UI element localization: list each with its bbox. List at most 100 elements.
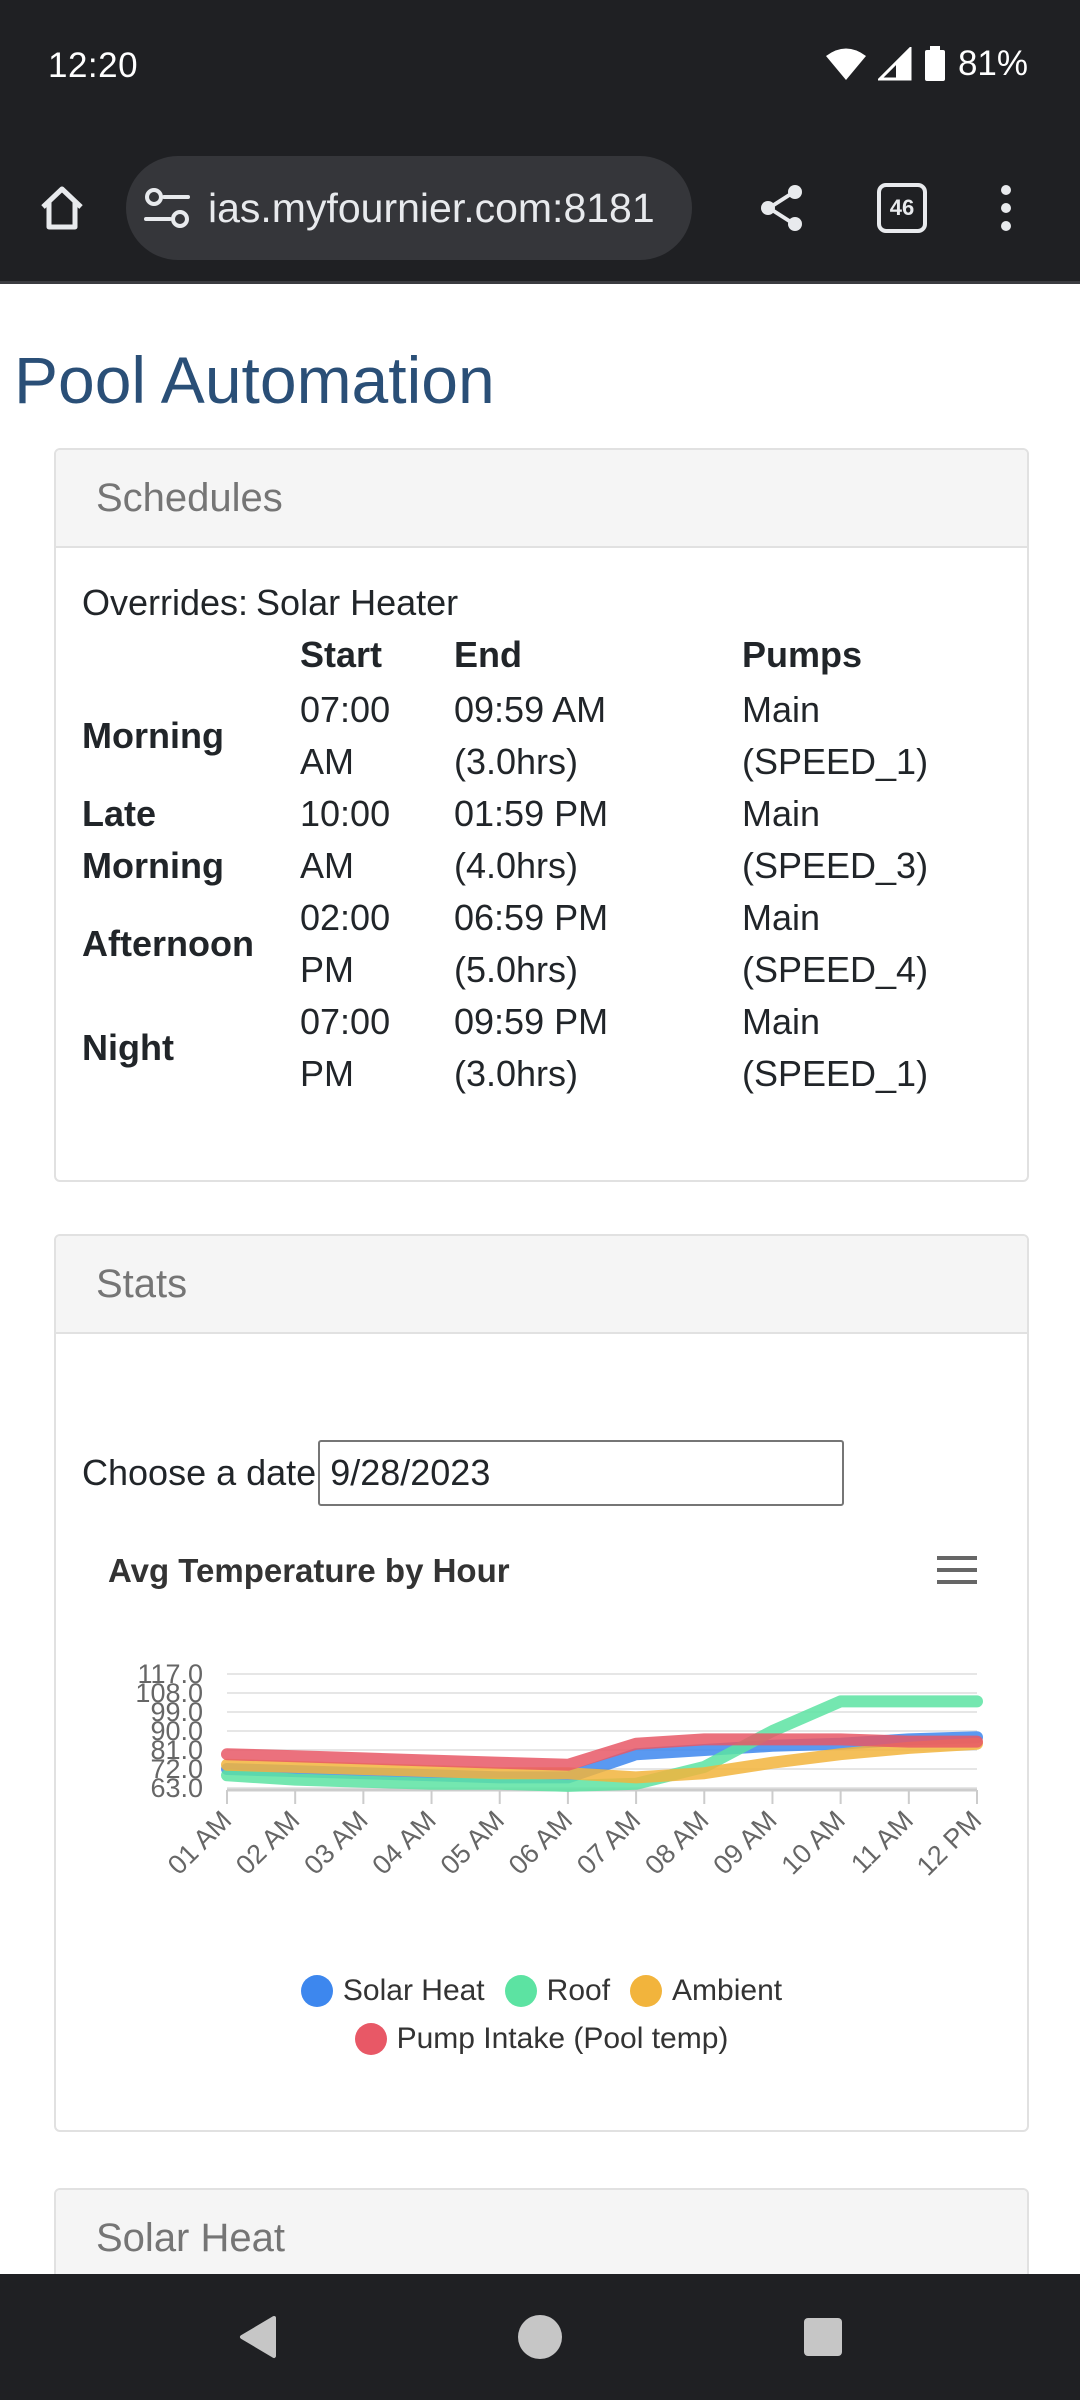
tab-switcher-icon: 46 xyxy=(877,183,927,233)
chart-legend-row-2: Pump Intake (Pool temp) xyxy=(56,2022,1027,2063)
x-tick-label: 10 AM xyxy=(776,1805,851,1880)
schedule-start: 07:00 AM xyxy=(300,684,454,788)
start-ampm: AM xyxy=(300,845,354,886)
nav-recents-button[interactable] xyxy=(778,2294,868,2380)
schedule-row: Night 07:00 PM 09:59 PM (3.0hrs) Main (SPEE… xyxy=(82,996,1002,1100)
schedule-name: Morning xyxy=(82,715,224,756)
col-header-end: End xyxy=(454,634,522,675)
system-nav-bar xyxy=(0,2274,1080,2400)
schedule-start: 02:00 PM xyxy=(300,892,454,996)
status-time: 12:20 xyxy=(48,46,139,85)
pump-speed: (SPEED_3) xyxy=(742,845,929,886)
status-icons: 81% xyxy=(825,44,1028,84)
url-text[interactable]: ias.myfournier.com:8181 xyxy=(208,156,655,260)
more-vert-icon xyxy=(1001,185,1011,231)
schedule-start: 10:00 AM xyxy=(300,788,454,892)
x-tick-label: 02 AM xyxy=(230,1805,305,1880)
overflow-menu-button[interactable] xyxy=(980,168,1032,248)
schedule-row: Morning 07:00 AM 09:59 AM (3.0hrs) Main (SP… xyxy=(82,684,1002,788)
legend-marker xyxy=(504,1975,537,2007)
col-header-pumps: Pumps xyxy=(742,634,863,675)
start-time: 07:00 xyxy=(300,689,391,730)
home-button[interactable] xyxy=(22,168,102,248)
start-time: 07:00 xyxy=(300,1001,391,1042)
schedule-end: 09:59 PM (3.0hrs) xyxy=(454,996,742,1100)
legend-item[interactable]: Ambient xyxy=(630,1974,782,2008)
schedule-row: Afternoon 02:00 PM 06:59 PM (5.0hrs) Main (… xyxy=(82,892,1002,996)
x-tick-label: 05 AM xyxy=(435,1805,510,1880)
legend-label: Ambient xyxy=(672,1974,783,2007)
end-duration: (3.0hrs) xyxy=(454,1053,579,1094)
schedule-name-line: Morning xyxy=(82,845,224,886)
start-time: 10:00 xyxy=(300,793,391,834)
start-ampm: AM xyxy=(300,741,354,782)
tab-switcher-button[interactable]: 46 xyxy=(862,168,942,248)
overrides-label: Overrides: xyxy=(82,582,249,623)
page-title: Pool Automation xyxy=(14,343,495,417)
share-icon xyxy=(761,185,802,231)
end-time: 09:59 PM xyxy=(454,1001,609,1042)
legend-marker xyxy=(354,2023,387,2055)
share-button[interactable] xyxy=(742,168,822,248)
end-duration: (5.0hrs) xyxy=(454,949,579,990)
schedule-name-line: Late xyxy=(82,793,157,834)
pump-speed: (SPEED_4) xyxy=(742,949,929,990)
stats-card: Stats Choose a date Avg Temperature by H… xyxy=(54,1234,1029,2132)
overrides-value: Solar Heater xyxy=(256,582,459,623)
start-ampm: PM xyxy=(300,1053,354,1094)
legend-marker xyxy=(630,1975,663,2007)
temperature-chart: 63.072.081.090.099.0108.0117.001 AM02 AM… xyxy=(135,1659,987,1881)
schedule-header-row: Start End Pumps xyxy=(82,634,1002,684)
legend-item[interactable]: Solar Heat xyxy=(300,1974,485,2008)
legend-marker xyxy=(300,1975,333,2007)
cell-signal-icon xyxy=(877,47,912,81)
status-bar: 12:20 81% xyxy=(0,0,1080,136)
schedule-end: 06:59 PM (5.0hrs) xyxy=(454,892,742,996)
schedule-name: Night xyxy=(82,1027,174,1068)
home-icon xyxy=(41,186,83,230)
nav-home-button[interactable] xyxy=(495,2294,585,2380)
y-tick-label: 117.0 xyxy=(137,1659,203,1689)
schedule-pumps: Main (SPEED_4) xyxy=(742,892,1002,996)
nav-back-button[interactable] xyxy=(212,2294,302,2380)
battery-icon xyxy=(924,46,945,81)
address-bar[interactable]: ias.myfournier.com:8181 xyxy=(126,156,692,260)
schedule-pumps: Main (SPEED_1) xyxy=(742,996,1002,1100)
legend-item[interactable]: Roof xyxy=(504,1974,611,2008)
schedule-start: 07:00 PM xyxy=(300,996,454,1100)
overrides-line: Overrides: Solar Heater xyxy=(82,582,466,624)
legend-item[interactable]: Pump Intake (Pool temp) xyxy=(354,2022,729,2056)
schedule-name: Afternoon xyxy=(82,923,254,964)
legend-label: Roof xyxy=(546,1974,611,2007)
schedule-pumps: Main (SPEED_3) xyxy=(742,788,1002,892)
end-time: 01:59 PM xyxy=(454,793,609,834)
x-tick-label: 12 PM xyxy=(911,1805,987,1881)
legend-label: Solar Heat xyxy=(342,1974,485,2007)
chart-legend: Solar Heat Roof Ambient xyxy=(56,1974,1027,2015)
tune-icon[interactable] xyxy=(142,186,194,230)
x-tick-label: 03 AM xyxy=(298,1805,373,1880)
schedule-end: 09:59 AM (3.0hrs) xyxy=(454,684,742,788)
end-duration: (3.0hrs) xyxy=(454,741,579,782)
pump-name: Main xyxy=(742,897,821,938)
x-tick-label: 11 AM xyxy=(845,1805,919,1879)
col-header-start: Start xyxy=(300,634,383,675)
back-icon xyxy=(240,2316,276,2358)
x-tick-label: 01 AM xyxy=(162,1805,237,1880)
pump-speed: (SPEED_1) xyxy=(742,741,929,782)
schedules-header: Schedules xyxy=(56,450,1027,548)
x-tick-label: 09 AM xyxy=(707,1805,782,1880)
legend-label: Pump Intake (Pool temp) xyxy=(396,2022,729,2055)
schedule-end: 01:59 PM (4.0hrs) xyxy=(454,788,742,892)
pump-speed: (SPEED_1) xyxy=(742,1053,929,1094)
x-tick-label: 04 AM xyxy=(366,1805,441,1880)
col-header-name xyxy=(82,634,300,684)
schedule-name: Late Morning xyxy=(82,788,300,892)
x-tick-label: 07 AM xyxy=(571,1805,646,1880)
pump-name: Main xyxy=(742,793,821,834)
schedule-table: Start End Pumps Morning 07:00 AM 09:59 AM… xyxy=(82,634,1002,1100)
x-tick-label: 08 AM xyxy=(639,1805,714,1880)
end-time: 09:59 AM xyxy=(454,689,607,730)
battery-percent: 81% xyxy=(957,44,1028,83)
pump-name: Main xyxy=(742,689,821,730)
